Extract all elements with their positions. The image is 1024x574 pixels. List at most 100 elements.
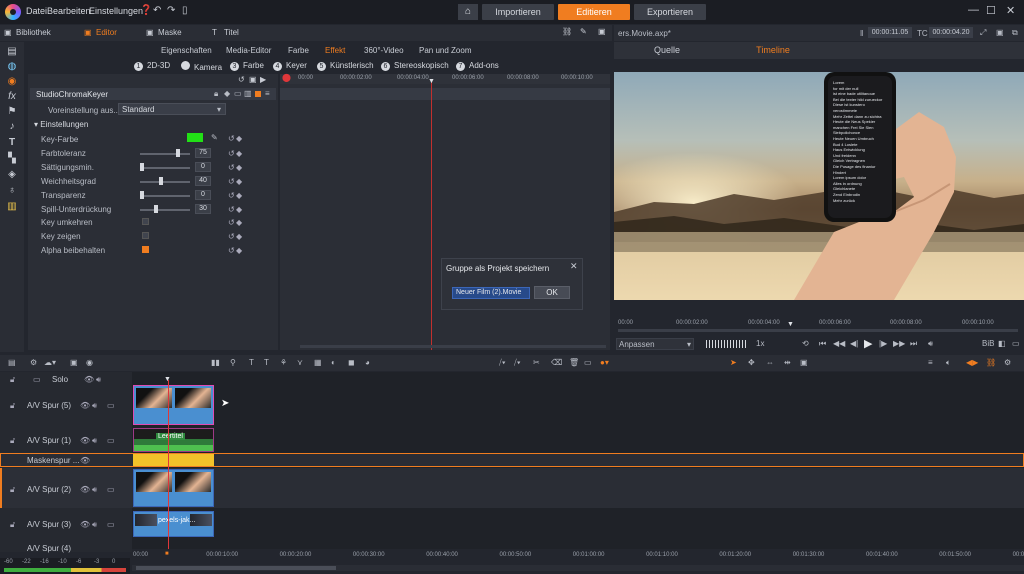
prev-frame-icon[interactable]: ◀◀	[833, 339, 845, 348]
timeline-playhead[interactable]	[168, 380, 169, 552]
reset-icon[interactable]: ↺	[228, 191, 235, 200]
reset-icon[interactable]: ↺	[228, 177, 235, 186]
subtab-eigenschaften[interactable]: Eigenschaften	[161, 46, 212, 55]
minimize-icon[interactable]: —	[968, 4, 979, 16]
properties-icon[interactable]: ▤	[6, 46, 18, 58]
category-stereoskopisch[interactable]: 6 Stereoskopisch	[381, 61, 449, 71]
detach-icon[interactable]: ▣	[598, 27, 606, 36]
video-clip[interactable]: pexels-jak...	[133, 511, 214, 537]
preview-scrub-bar[interactable]	[618, 329, 1018, 332]
fit-select[interactable]: Anpassen ▾	[616, 338, 694, 350]
window-icon[interactable]: ▣	[996, 28, 1004, 37]
split-icon[interactable]: ◧	[998, 339, 1006, 348]
keyframe-add-icon[interactable]: ◆	[236, 218, 242, 227]
split-tool-icon[interactable]: ⧸▾	[499, 358, 506, 368]
transition-tool-icon[interactable]: ⋎	[297, 358, 303, 367]
transition-icon[interactable]: ⚑	[6, 106, 18, 118]
video-clip[interactable]	[133, 385, 214, 425]
effect-tool-icon[interactable]: ◕	[365, 358, 370, 367]
eye-icon[interactable]: 👁︎	[80, 436, 90, 445]
keyframe-add-icon[interactable]: ◆	[236, 149, 242, 158]
help-icon[interactable]: ❓	[140, 5, 152, 16]
section-settings[interactable]: ▾ Einstellungen	[34, 120, 88, 129]
play-icon[interactable]: ▶	[260, 75, 266, 84]
keyframe-add-icon[interactable]: ◆	[236, 232, 242, 241]
monitor-icon[interactable]: ▭	[33, 375, 41, 384]
track-name[interactable]: A/V Spur (5)	[27, 401, 71, 410]
param-slider-knob[interactable]	[159, 177, 164, 185]
menu-datei[interactable]: Datei	[26, 6, 47, 16]
keyframe-scrollbar[interactable]	[300, 345, 606, 348]
keyframe-add-icon[interactable]: ◆	[236, 205, 242, 214]
hand-tool-icon[interactable]: ✥	[748, 358, 755, 367]
loop-icon[interactable]: ⟲	[802, 339, 809, 348]
show-key-checkbox[interactable]	[142, 232, 149, 239]
marker-add-icon[interactable]: ●▾	[600, 358, 609, 367]
fx-tool-icon[interactable]: ◼	[348, 358, 355, 367]
text-icon[interactable]: T	[6, 137, 18, 149]
ok-button[interactable]: OK	[534, 286, 570, 299]
volume-icon[interactable]: 🔊︎	[92, 401, 97, 411]
layers-icon[interactable]: ◈	[6, 169, 18, 181]
eye-icon[interactable]: 👁︎	[80, 485, 90, 494]
menu-einstellungen[interactable]: Einstellungen	[89, 6, 143, 16]
keyframe-add-icon[interactable]: ◆	[236, 134, 242, 143]
timeline-menu-icon[interactable]: ⚙	[1004, 358, 1011, 367]
step-forward-icon[interactable]: |▶	[879, 339, 887, 348]
tab-titel[interactable]: T Titel	[212, 25, 239, 41]
lock-icon[interactable]: 🔓︎	[10, 401, 15, 411]
marker-icon[interactable]: ⚲	[230, 358, 236, 367]
track-name[interactable]: A/V Spur (3)	[27, 520, 71, 529]
eye-icon[interactable]: 👁︎	[80, 456, 90, 465]
fx-icon[interactable]: fx	[6, 91, 18, 103]
tab-editor[interactable]: ▣ Editor	[84, 25, 117, 41]
delete-icon[interactable]: ▥	[244, 89, 252, 98]
close-icon[interactable]: ✕	[1006, 4, 1015, 17]
category-farbe[interactable]: 3 Farbe	[230, 61, 264, 71]
param-value-field[interactable]: 0	[195, 190, 211, 200]
category-2d-3d[interactable]: 1 2D-3D	[134, 61, 170, 71]
title-tool-icon[interactable]: T	[249, 358, 254, 367]
keyframe-add-icon[interactable]: ◆	[236, 177, 242, 186]
razor-icon[interactable]: ✂	[533, 358, 540, 367]
volume-icon[interactable]: 🔊︎	[928, 339, 933, 349]
tab-timeline[interactable]: Timeline	[720, 42, 826, 59]
menu-bearbeiten[interactable]: Bearbeiten	[47, 6, 91, 16]
tab-quelle[interactable]: Quelle	[614, 42, 720, 59]
lock-icon[interactable]: 🔓︎	[10, 520, 15, 530]
next-frame-icon[interactable]: ▶▶	[893, 339, 905, 348]
param-slider-knob[interactable]	[140, 191, 144, 199]
subtab-media-editor[interactable]: Media-Editor	[226, 46, 271, 55]
invert-key-checkbox[interactable]	[142, 218, 149, 225]
video-preview[interactable]: Lorem for mit der null ist eine bade utili…	[614, 72, 1024, 300]
media-editor-icon[interactable]: ◍	[6, 61, 18, 73]
cut-icon[interactable]: ⌫	[551, 358, 562, 367]
trash-icon[interactable]: 🗑︎	[569, 358, 579, 367]
audio-mix-icon[interactable]: ≡	[928, 358, 933, 367]
go-start-icon[interactable]: ⏮	[819, 339, 826, 349]
track-name[interactable]: A/V Spur (2)	[27, 485, 71, 494]
music-icon[interactable]: ♪	[6, 121, 18, 133]
keyframe-playhead[interactable]	[431, 80, 432, 350]
reset-icon[interactable]: ↺	[228, 163, 235, 172]
lock-icon[interactable]: 🔓︎	[10, 485, 15, 495]
snapshot-icon[interactable]: ▭	[1012, 339, 1020, 348]
import-mode-button[interactable]: Importieren	[482, 4, 554, 20]
param-slider[interactable]	[140, 153, 190, 155]
menu-icon[interactable]: ≡	[265, 89, 270, 98]
trim-tool-icon[interactable]: ⧸▾	[514, 358, 521, 368]
audio-icon[interactable]: ♁	[6, 185, 18, 197]
export-mode-button[interactable]: Exportieren	[634, 4, 706, 20]
grid-icon[interactable]: ▦	[314, 358, 322, 367]
param-value-field[interactable]: 0	[195, 162, 211, 172]
maximize-icon[interactable]: ☐	[986, 4, 996, 17]
preview-ruler[interactable]: 00:00 00:00:02:00 00:00:04:00 00:00:06:0…	[614, 313, 1024, 333]
eyedropper-icon[interactable]: ✎	[211, 133, 218, 142]
scroll-tool-icon[interactable]: ⇹	[784, 358, 791, 367]
video-clip[interactable]	[133, 469, 214, 507]
keyframe-marker-icon[interactable]: ⬤	[282, 73, 291, 82]
home-button[interactable]: ⌂	[458, 4, 478, 20]
edit-mode-button[interactable]: Editieren	[558, 4, 630, 20]
settings-icon[interactable]: ⚙	[30, 358, 37, 367]
category-kamera[interactable]: Kamera	[181, 61, 222, 72]
